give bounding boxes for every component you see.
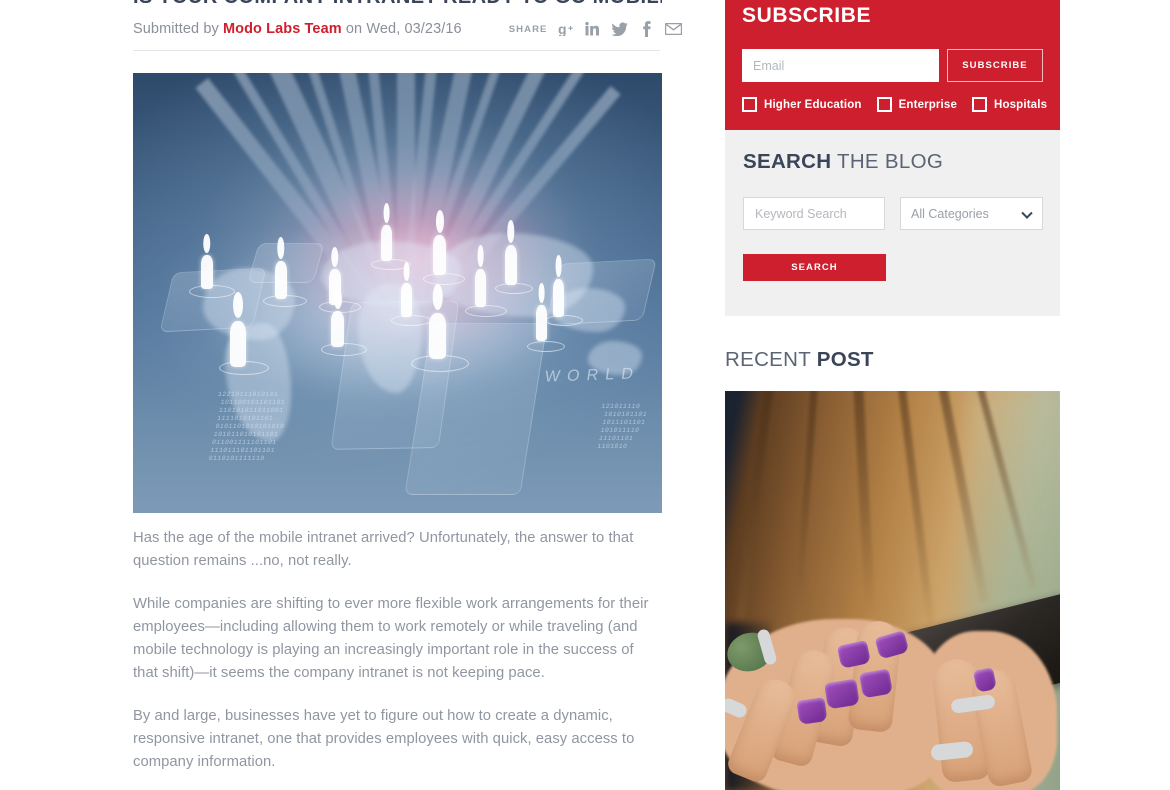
linkedin-icon[interactable] bbox=[584, 21, 601, 38]
checkbox-item-higher-education[interactable]: Higher Education bbox=[742, 97, 862, 112]
post-date: Wed, 03/23/16 bbox=[366, 21, 462, 37]
article-paragraph: Has the age of the mobile intranet arriv… bbox=[133, 530, 634, 569]
checkbox-box[interactable] bbox=[876, 97, 892, 112]
checkbox-item-hospitals[interactable]: Hospitals bbox=[972, 97, 1047, 112]
article-main-column: IS YOUR COMPANY INTRANET READY TO GO MOB… bbox=[133, 0, 683, 790]
checkbox-label: Higher Education bbox=[764, 98, 862, 111]
recent-post-heading: RECENT POST bbox=[725, 348, 1060, 372]
chevron-down-icon bbox=[1021, 207, 1033, 219]
subscribe-checkbox-row: Higher Education Enterprise Hospitals bbox=[742, 97, 1047, 112]
checkbox-label: Enterprise bbox=[898, 98, 957, 111]
recent-heading-bold: POST bbox=[816, 348, 874, 371]
byline-row: Submitted by Modo Labs Team on Wed, 03/2… bbox=[133, 18, 683, 40]
share-label: SHARE bbox=[508, 23, 548, 35]
blog-post-page: IS YOUR COMPANY INTRANET READY TO GO MOB… bbox=[0, 0, 1170, 790]
article-body: Has the age of the mobile intranet arriv… bbox=[133, 527, 660, 774]
google-plus-icon[interactable]: g bbox=[557, 21, 574, 38]
search-fields: All Categories bbox=[743, 197, 1043, 230]
byline-middle: on bbox=[345, 21, 363, 37]
hero-image: 12210111010101 101100101101101 110101011… bbox=[133, 73, 662, 513]
search-input[interactable] bbox=[743, 197, 885, 230]
email-icon[interactable] bbox=[665, 21, 683, 38]
share-block: SHARE g bbox=[509, 21, 683, 38]
article-paragraph: By and large, businesses have yet to fig… bbox=[133, 708, 635, 770]
sidebar: SUBSCRIBE SUBSCRIBE Higher Education Ent… bbox=[725, 0, 1060, 790]
search-heading-bold: SEARCH bbox=[743, 150, 832, 173]
svg-text:g: g bbox=[558, 22, 567, 36]
category-select[interactable]: All Categories bbox=[900, 197, 1043, 230]
facebook-icon[interactable] bbox=[638, 21, 655, 38]
page-title: IS YOUR COMPANY INTRANET READY TO GO MOB… bbox=[133, 0, 662, 8]
email-field[interactable] bbox=[742, 49, 939, 82]
byline-divider bbox=[133, 50, 660, 51]
checkbox-box[interactable] bbox=[972, 97, 987, 112]
hero-world-label: WORLD bbox=[544, 365, 642, 386]
byline: Submitted by Modo Labs Team on Wed, 03/2… bbox=[133, 21, 462, 37]
category-select-value: All Categories bbox=[911, 206, 989, 221]
search-heading: SEARCH THE BLOG bbox=[743, 150, 943, 174]
recent-post-image[interactable] bbox=[725, 391, 1060, 790]
recent-heading-rest: RECENT bbox=[725, 348, 817, 371]
checkbox-item-enterprise[interactable]: Enterprise bbox=[876, 97, 957, 112]
twitter-icon[interactable] bbox=[611, 21, 629, 38]
article-paragraph: While companies are shifting to ever mor… bbox=[133, 596, 649, 681]
checkbox-label: Hospitals bbox=[994, 98, 1048, 111]
checkbox-box[interactable] bbox=[742, 97, 757, 112]
subscribe-button[interactable]: SUBSCRIBE bbox=[947, 49, 1043, 82]
search-button[interactable]: SEARCH bbox=[743, 254, 886, 281]
byline-prefix: Submitted by bbox=[133, 21, 219, 37]
author-link[interactable]: Modo Labs Team bbox=[223, 21, 342, 37]
search-panel: SEARCH THE BLOG All Categories SEARCH bbox=[725, 130, 1060, 316]
subscribe-form: SUBSCRIBE bbox=[742, 49, 1043, 82]
subscribe-panel: SUBSCRIBE SUBSCRIBE Higher Education Ent… bbox=[725, 0, 1060, 130]
subscribe-title: SUBSCRIBE bbox=[742, 4, 872, 27]
search-heading-rest: THE BLOG bbox=[831, 150, 944, 173]
